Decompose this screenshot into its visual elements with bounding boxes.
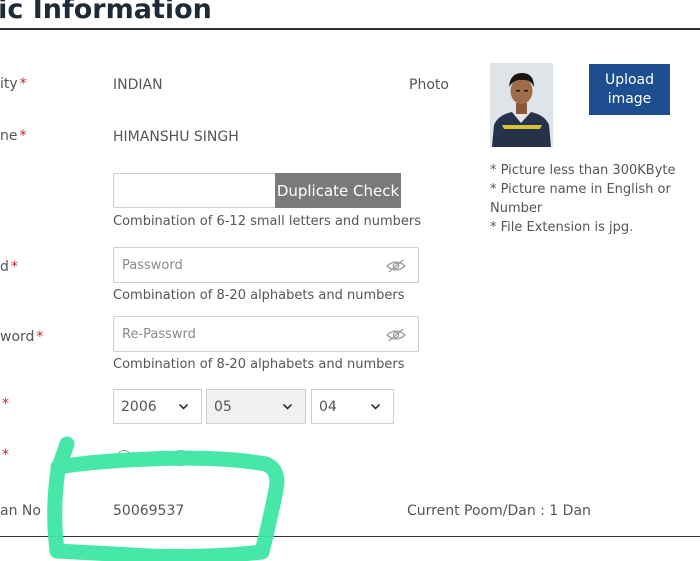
highlight-scribble [47, 436, 285, 561]
